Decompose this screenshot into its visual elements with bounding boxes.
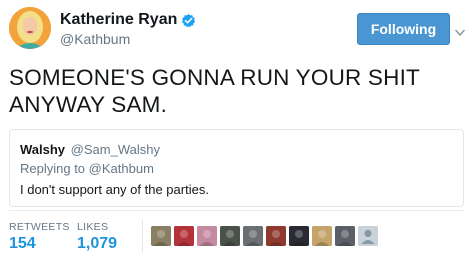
likes-count[interactable]: 1,079 xyxy=(77,235,117,253)
replying-to-handle[interactable]: @Kathbum xyxy=(89,161,154,176)
tweet-header: Katherine Ryan @Kathbum Following xyxy=(9,7,465,53)
author-display-name[interactable]: Katherine Ryan xyxy=(60,11,177,29)
liker-avatar-icon[interactable] xyxy=(243,226,263,246)
verified-badge-icon xyxy=(181,13,196,28)
quoted-handle: @Sam_Walshy xyxy=(70,142,160,157)
liker-avatar-icon[interactable] xyxy=(174,226,194,246)
retweets-count[interactable]: 154 xyxy=(9,235,70,253)
author-handle[interactable]: @Kathbum xyxy=(60,31,130,47)
tweet-text: SOMEONE'S GONNA RUN YOUR SHIT ANYWAY SAM… xyxy=(9,65,420,117)
likes-label: LIKES xyxy=(77,221,109,233)
liker-avatar-icon[interactable] xyxy=(197,226,217,246)
retweets-stat[interactable]: RETWEETS 154 xyxy=(9,221,70,253)
quoted-tweet[interactable]: Walshy @Sam_Walshy Replying to @Kathbum … xyxy=(9,129,464,207)
quoted-tweet-author: Walshy @Sam_Walshy xyxy=(20,142,160,157)
following-button[interactable]: Following xyxy=(357,13,450,45)
liker-avatar-icon[interactable] xyxy=(220,226,240,246)
liker-avatar-icon[interactable] xyxy=(335,226,355,246)
author-avatar[interactable] xyxy=(9,7,51,49)
liker-avatar-icon[interactable] xyxy=(289,226,309,246)
liker-avatar-icon[interactable] xyxy=(358,226,378,246)
author-name-row: Katherine Ryan xyxy=(60,11,196,29)
replying-to-line: Replying to @Kathbum xyxy=(20,161,154,176)
liker-avatar-icon[interactable] xyxy=(312,226,332,246)
profile-photo-icon xyxy=(9,7,51,49)
likes-stat[interactable]: LIKES 1,079 xyxy=(77,221,117,253)
liker-avatars xyxy=(151,226,378,246)
stat-separator xyxy=(142,220,143,252)
replying-to-label: Replying to xyxy=(20,161,86,176)
liker-avatar-icon[interactable] xyxy=(151,226,171,246)
quoted-tweet-text: I don't support any of the parties. xyxy=(20,182,209,197)
liker-avatar-icon[interactable] xyxy=(266,226,286,246)
stats-divider xyxy=(9,210,465,211)
quoted-display-name: Walshy xyxy=(20,142,66,157)
retweets-label: RETWEETS xyxy=(9,221,70,233)
chevron-down-icon[interactable] xyxy=(455,24,465,36)
